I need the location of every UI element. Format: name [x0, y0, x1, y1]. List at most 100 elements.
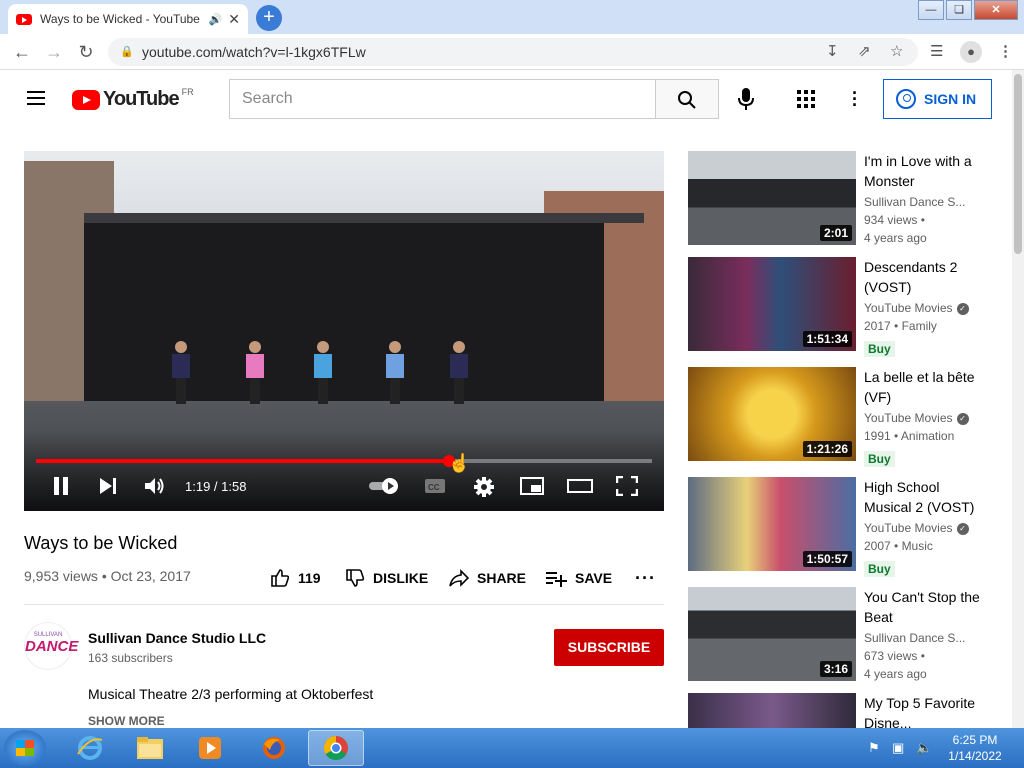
- subscribe-button[interactable]: SUBSCRIBE: [554, 629, 664, 666]
- recommendation-item[interactable]: 1:50:57 High School Musical 2 (VOST) You…: [688, 477, 988, 577]
- thumbs-down-icon: [346, 569, 365, 587]
- youtube-logo[interactable]: YouTube FR: [72, 87, 194, 111]
- recommendation-item[interactable]: 3:16 You Can't Stop the Beat Sullivan Da…: [688, 587, 988, 683]
- rec-title[interactable]: I'm in Love with a Monster: [864, 151, 982, 191]
- media-player-icon[interactable]: [182, 730, 238, 766]
- internet-explorer-icon[interactable]: [62, 730, 118, 766]
- thumbnail[interactable]: 1:51:34: [688, 257, 856, 351]
- media-control-icon[interactable]: ☰: [930, 42, 943, 60]
- autoplay-toggle[interactable]: [368, 476, 402, 501]
- recommendation-item[interactable]: 2:01 I'm in Love with a Monster Sullivan…: [688, 151, 988, 247]
- hamburger-menu-icon[interactable]: [27, 91, 45, 105]
- window-controls: — ❏ ✕: [916, 0, 1018, 20]
- system-clock[interactable]: 6:25 PM 1/14/2022: [940, 732, 1010, 764]
- clock-time: 6:25 PM: [952, 733, 998, 747]
- progress-bar[interactable]: [36, 455, 652, 467]
- save-button[interactable]: SAVE: [545, 568, 612, 588]
- scrollbar-thumb[interactable]: [1014, 74, 1022, 254]
- address-bar[interactable]: 🔒 youtube.com/watch?v=l-1kgx6TFLw: [108, 38, 918, 66]
- theater-mode-button[interactable]: [567, 476, 593, 501]
- verified-check-icon: ✓: [956, 412, 969, 425]
- start-button[interactable]: [4, 730, 46, 766]
- volume-tray-icon[interactable]: 🔈: [916, 740, 932, 756]
- dancer-figure: [172, 341, 190, 404]
- browser-toolbar: ← → ↻ 🔒 youtube.com/watch?v=l-1kgx6TFLw …: [0, 34, 1024, 70]
- like-button[interactable]: 119: [270, 568, 321, 588]
- maximize-button[interactable]: ❏: [946, 0, 972, 20]
- recommendation-item[interactable]: My Top 5 Favorite Disne...: [688, 693, 988, 728]
- profile-icon[interactable]: ●: [960, 41, 982, 63]
- tab-title: Ways to be Wicked - YouTube: [40, 12, 200, 26]
- share-button[interactable]: SHARE: [449, 568, 526, 588]
- apps-grid-icon[interactable]: [797, 90, 815, 108]
- theater-icon: [567, 479, 593, 493]
- rec-channel: Sullivan Dance S...: [864, 631, 966, 645]
- thumbnail[interactable]: 3:16: [688, 587, 856, 681]
- fullscreen-button[interactable]: [615, 475, 639, 501]
- rec-title[interactable]: High School Musical 2 (VOST): [864, 477, 982, 517]
- channel-name[interactable]: Sullivan Dance Studio LLC: [88, 630, 266, 646]
- rec-title[interactable]: Descendants 2 (VOST): [864, 257, 982, 297]
- search-button[interactable]: [655, 79, 719, 119]
- volume-icon: [145, 478, 164, 494]
- settings-button[interactable]: [473, 476, 495, 503]
- reload-icon[interactable]: ↻: [76, 42, 96, 62]
- youtube-play-icon: [72, 89, 100, 110]
- rec-channel-name: YouTube Movies: [864, 521, 953, 535]
- share-arrow-icon: [449, 569, 469, 587]
- buy-badge: Buy: [864, 451, 895, 467]
- browser-tab[interactable]: Ways to be Wicked - YouTube 🔊 ✕: [8, 4, 248, 34]
- firefox-icon[interactable]: [246, 730, 302, 766]
- action-center-flag-icon[interactable]: ⚑: [868, 740, 880, 756]
- rec-title[interactable]: La belle et la bête (VF): [864, 367, 982, 407]
- pause-button[interactable]: [52, 476, 70, 501]
- captions-button[interactable]: CC: [424, 476, 446, 501]
- rec-title[interactable]: My Top 5 Favorite Disne...: [864, 693, 982, 728]
- chrome-icon[interactable]: [308, 730, 364, 766]
- network-icon[interactable]: ▣: [892, 740, 904, 756]
- recommendation-item[interactable]: 1:51:34 Descendants 2 (VOST) YouTube Mov…: [688, 257, 988, 357]
- sign-in-button[interactable]: SIGN IN: [883, 79, 992, 119]
- next-button[interactable]: [98, 476, 118, 501]
- share-page-icon[interactable]: ⇗: [858, 42, 871, 60]
- close-window-button[interactable]: ✕: [974, 0, 1018, 20]
- file-explorer-icon[interactable]: [122, 730, 178, 766]
- miniplayer-button[interactable]: [520, 476, 544, 501]
- buy-badge: Buy: [864, 341, 895, 357]
- subscriber-count: 163 subscribers: [88, 651, 173, 665]
- video-player[interactable]: 1:19 / 1:58 CC ☝: [24, 151, 664, 511]
- speaker-icon[interactable]: 🔊: [209, 13, 223, 26]
- browser-menu-icon[interactable]: ⋮: [998, 42, 1013, 60]
- settings-more-icon[interactable]: · · ·: [852, 84, 858, 114]
- thumbnail[interactable]: 1:50:57: [688, 477, 856, 571]
- channel-avatar[interactable]: SULLIVAN DANCE: [24, 622, 78, 670]
- thumbnail[interactable]: 2:01: [688, 151, 856, 245]
- dislike-button[interactable]: DISLIKE: [345, 568, 428, 588]
- rec-channel: Sullivan Dance S...: [864, 195, 966, 209]
- bookmark-star-icon[interactable]: ☆: [890, 42, 903, 60]
- microphone-icon[interactable]: [737, 88, 755, 115]
- minimize-button[interactable]: —: [918, 0, 944, 20]
- volume-button[interactable]: [144, 476, 166, 501]
- back-icon[interactable]: ←: [12, 42, 32, 62]
- show-more-button[interactable]: SHOW MORE: [88, 714, 165, 728]
- install-icon[interactable]: ↧: [826, 42, 839, 60]
- video-frame-stage: [84, 221, 604, 411]
- more-actions-icon[interactable]: ···: [635, 568, 656, 589]
- search-icon: [678, 91, 696, 109]
- rec-channel-name: YouTube Movies: [864, 411, 953, 425]
- rec-channel: YouTube Movies ✓: [864, 521, 969, 535]
- new-tab-button[interactable]: +: [256, 5, 282, 31]
- thumbnail[interactable]: [688, 693, 856, 728]
- close-tab-icon[interactable]: ✕: [228, 11, 240, 28]
- search-input[interactable]: Search: [229, 79, 656, 119]
- sign-in-label: SIGN IN: [924, 91, 977, 107]
- recommendation-item[interactable]: 1:21:26 La belle et la bête (VF) YouTube…: [688, 367, 988, 467]
- hand-cursor-icon: ☝: [448, 453, 471, 473]
- page-scrollbar[interactable]: [1012, 70, 1024, 728]
- dancer-figure: [450, 341, 468, 404]
- forward-icon[interactable]: →: [44, 42, 64, 62]
- thumbnail[interactable]: 1:21:26: [688, 367, 856, 461]
- rec-channel: YouTube Movies ✓: [864, 301, 969, 315]
- rec-title[interactable]: You Can't Stop the Beat: [864, 587, 982, 627]
